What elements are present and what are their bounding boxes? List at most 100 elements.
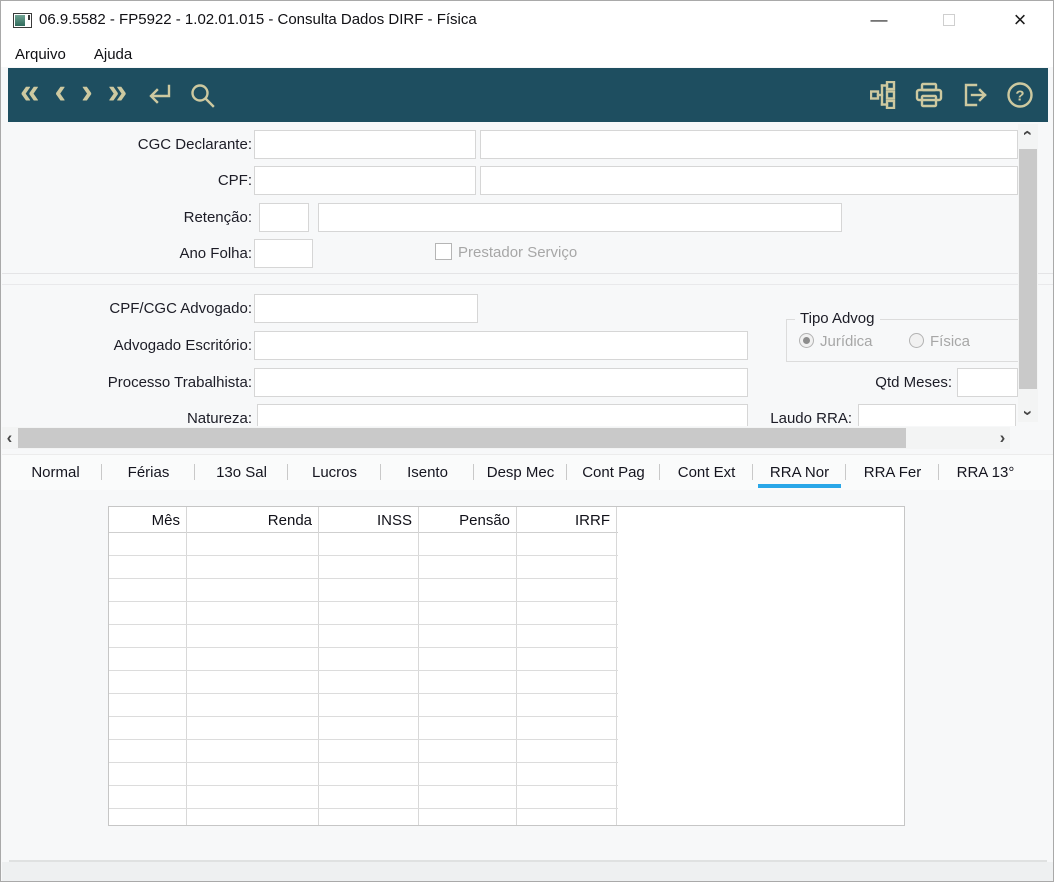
minimize-button[interactable]: —: [857, 1, 901, 39]
menu-arquivo[interactable]: Arquivo: [1, 41, 80, 67]
natureza-label: Natureza:: [186, 410, 252, 426]
grid-cell: [109, 579, 187, 601]
prestador-servico-label: Prestador Serviço: [458, 244, 578, 261]
grid-cell: [187, 556, 319, 578]
grid-cell: [109, 786, 187, 808]
scroll-left-button[interactable]: ‹: [2, 427, 17, 449]
grid-row[interactable]: [109, 809, 618, 825]
cpf-cgc-advogado-input[interactable]: [254, 294, 478, 323]
menu-ajuda[interactable]: Ajuda: [80, 41, 146, 67]
tab-cont-pag[interactable]: Cont Pag: [567, 455, 660, 490]
scroll-right-button[interactable]: ›: [995, 427, 1010, 449]
related-programs-icon[interactable]: [870, 81, 897, 109]
grid-cell: [517, 533, 617, 555]
tab-lucros[interactable]: Lucros: [288, 455, 381, 490]
cgc-declarante-desc-input[interactable]: [480, 130, 1018, 159]
grid-column-header: IRRF: [517, 507, 617, 533]
close-button[interactable]: ×: [998, 1, 1042, 39]
last-record-icon[interactable]: »: [108, 71, 127, 119]
grid-cell: [319, 602, 419, 624]
grid-row[interactable]: [109, 763, 618, 786]
advogado-escritorio-input[interactable]: [254, 331, 748, 360]
scroll-down-button[interactable]: ›: [1018, 404, 1038, 422]
grid-cell: [517, 602, 617, 624]
grid-cell: [109, 763, 187, 785]
vertical-scrollbar[interactable]: ‹ ›: [1018, 124, 1038, 422]
grid-cell: [517, 717, 617, 739]
grid-cell: [419, 809, 517, 825]
tab-isento[interactable]: Isento: [381, 455, 474, 490]
advogado-escritorio-label: Advogado Escritório:: [113, 337, 252, 354]
grid-cell: [187, 671, 319, 693]
tab-label: Isento: [407, 464, 448, 481]
grid-row[interactable]: [109, 717, 618, 740]
exit-icon[interactable]: [961, 82, 989, 108]
grid-cell: [517, 648, 617, 670]
grid-row[interactable]: [109, 740, 618, 763]
grid-row[interactable]: [109, 648, 618, 671]
tab-desp-mec[interactable]: Desp Mec: [474, 455, 567, 490]
tab-rra-13-[interactable]: RRA 13°: [939, 455, 1032, 490]
grid-row[interactable]: [109, 533, 618, 556]
horizontal-scrollbar[interactable]: ‹ ›: [2, 427, 1010, 449]
grid-cell: [109, 533, 187, 555]
grid-row[interactable]: [109, 556, 618, 579]
cpf-desc-input[interactable]: [480, 166, 1018, 195]
horizontal-scroll-thumb[interactable]: [18, 428, 906, 448]
svg-text:?: ?: [1015, 88, 1024, 105]
cgc-declarante-input[interactable]: [254, 130, 476, 159]
grid-row[interactable]: [109, 579, 618, 602]
qtd-meses-input[interactable]: [957, 368, 1018, 397]
app-icon: [13, 13, 32, 28]
retencao-input[interactable]: [259, 203, 309, 232]
grid-row[interactable]: [109, 625, 618, 648]
first-record-icon[interactable]: «: [20, 71, 39, 119]
cpf-label: CPF:: [217, 172, 252, 189]
grid-cell: [319, 625, 419, 647]
grid-cell: [319, 671, 419, 693]
tab-rra-fer[interactable]: RRA Fer: [846, 455, 939, 490]
cpf-input[interactable]: [254, 166, 476, 195]
section-divider: [2, 273, 1053, 274]
selected-tab-indicator: [758, 484, 841, 488]
grid-cell: [109, 556, 187, 578]
tab-normal[interactable]: Normal: [9, 455, 102, 490]
grid-cell: [419, 648, 517, 670]
grid-cell: [109, 671, 187, 693]
ano-folha-input[interactable]: [254, 239, 313, 268]
grid-cell: [109, 625, 187, 647]
grid-cell: [319, 786, 419, 808]
retencao-desc-input[interactable]: [318, 203, 842, 232]
search-icon[interactable]: [189, 82, 216, 109]
grid-cell: [419, 717, 517, 739]
grid-cell: [319, 648, 419, 670]
tab-label: RRA Nor: [769, 464, 830, 481]
data-grid: Mês Renda INSS Pensão IRRF: [108, 506, 905, 826]
grid-cell: [319, 740, 419, 762]
grid-cell: [419, 671, 517, 693]
go-to-icon[interactable]: [142, 82, 174, 108]
tab-label: 13o Sal: [216, 464, 267, 481]
previous-record-icon[interactable]: ‹: [54, 71, 66, 119]
tab-f-rias[interactable]: Férias: [102, 455, 195, 490]
radio-fisica-label: Física: [930, 333, 971, 350]
print-icon[interactable]: [914, 82, 944, 109]
next-record-icon[interactable]: ›: [81, 71, 93, 119]
tab-rra-nor[interactable]: RRA Nor: [753, 455, 846, 490]
grid-cell: [319, 763, 419, 785]
grid-cell: [419, 763, 517, 785]
vertical-scroll-thumb[interactable]: [1019, 149, 1037, 389]
processo-trabalhista-input[interactable]: [254, 368, 748, 397]
help-icon[interactable]: ?: [1006, 81, 1034, 109]
grid-row[interactable]: [109, 602, 618, 625]
grid-row[interactable]: [109, 671, 618, 694]
grid-row[interactable]: [109, 786, 618, 809]
scroll-up-button[interactable]: ‹: [1018, 124, 1038, 142]
grid-cell: [187, 625, 319, 647]
laudo-rra-input[interactable]: [858, 404, 1016, 426]
grid-row[interactable]: [109, 694, 618, 717]
tab-13o-sal[interactable]: 13o Sal: [195, 455, 288, 490]
tab-cont-ext[interactable]: Cont Ext: [660, 455, 753, 490]
tab-label: Férias: [127, 464, 170, 481]
radio-juridica: [799, 333, 814, 348]
